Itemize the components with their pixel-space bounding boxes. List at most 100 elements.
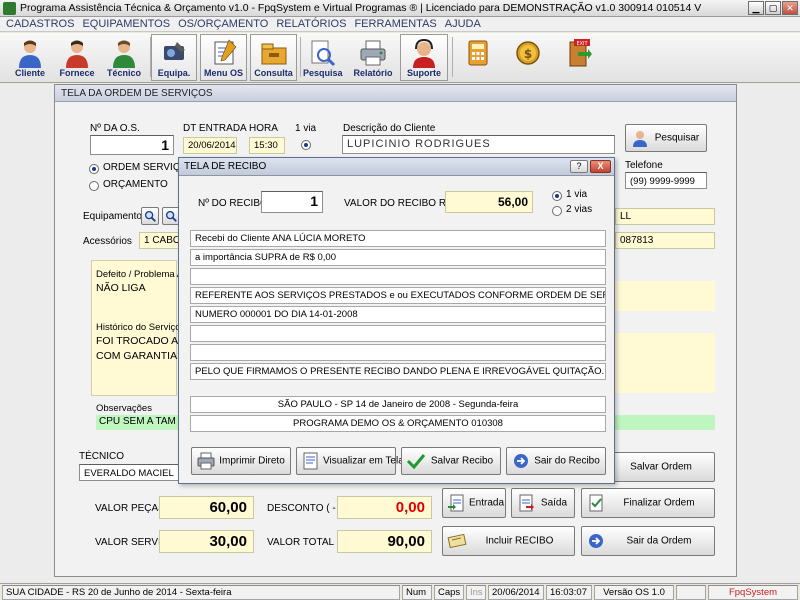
status-num: Num xyxy=(402,585,432,600)
num-os-field[interactable]: 1 xyxy=(90,135,174,155)
exit-sign-text: EXIT xyxy=(576,41,588,47)
historico-label: Histórico do Serviço E xyxy=(96,322,190,333)
imprimir-direto-button[interactable]: Imprimir Direto xyxy=(191,447,291,475)
menu-ajuda[interactable]: AJUDA xyxy=(443,17,487,31)
recibo-valor-field[interactable]: 56,00 xyxy=(445,191,533,213)
toolbar-exit-button[interactable]: EXIT xyxy=(556,34,602,81)
exit-door-icon: EXIT xyxy=(569,39,592,67)
valor-pecas-field[interactable]: 60,00 xyxy=(159,496,254,519)
sair-da-ordem-button[interactable]: Sair da Ordem xyxy=(581,526,715,556)
menu-relatorios[interactable]: RELATÓRIOS xyxy=(274,17,352,31)
recibo-line-7[interactable] xyxy=(190,344,606,361)
toolbar-calculator-button[interactable] xyxy=(455,34,501,81)
via-radio[interactable] xyxy=(301,140,311,150)
desc-cliente-field[interactable]: LUPICINIO RODRIGUES xyxy=(342,135,615,154)
recibo-line-6[interactable] xyxy=(190,325,606,342)
toolbar-tecnico-button[interactable]: Técnico xyxy=(102,34,146,81)
window-titlebar: Programa Assistência Técnica & Orçamento… xyxy=(0,0,800,17)
search-document-icon xyxy=(311,40,336,67)
menu-os-orcamento[interactable]: OS/ORÇAMENTO xyxy=(176,17,274,31)
equipamento-field-tail[interactable]: LL xyxy=(615,208,715,225)
recibo-line-2[interactable]: a importância SUPRA de R$ 0,00 xyxy=(190,249,606,266)
equip-search-button[interactable] xyxy=(141,207,159,225)
defeito-label: Defeito / Problema Ap xyxy=(96,269,189,280)
recibo-line-8[interactable]: PELO QUE FIRMAMOS O PRESENTE RECIBO DAND… xyxy=(190,363,606,380)
status-hora: 16:03:07 xyxy=(546,585,592,600)
recibo-num-label: Nº DO RECIBO xyxy=(198,198,268,209)
acessorios-field[interactable]: 1 CABO xyxy=(139,232,181,249)
close-button[interactable]: ✕ xyxy=(782,1,798,15)
sair-do-recibo-button[interactable]: Sair do Recibo xyxy=(506,447,606,475)
ordem-servico-radio[interactable] xyxy=(89,164,99,174)
toolbar-suporte-button[interactable]: Suporte xyxy=(400,34,448,81)
defeito-value[interactable]: NÃO LIGA xyxy=(96,282,146,294)
recibo-close-button[interactable]: X xyxy=(590,160,611,173)
hora-label: HORA xyxy=(249,123,278,134)
valor-total-field[interactable]: 90,00 xyxy=(337,530,432,553)
printer-icon xyxy=(197,452,215,470)
saida-button[interactable]: Saída xyxy=(511,488,575,518)
historico-field-tail[interactable] xyxy=(615,333,715,393)
equipment-icon xyxy=(164,42,185,60)
tecnico-select[interactable]: EVERALDO MACIEL xyxy=(79,464,179,481)
telefone-field[interactable]: (99) 9999-9999 xyxy=(625,172,707,189)
status-bar: SUA CIDADE - RS 20 de Junho de 2014 - Se… xyxy=(0,583,800,600)
recibo-1via-radio[interactable] xyxy=(552,191,562,201)
recibo-num-field[interactable]: 1 xyxy=(261,191,323,213)
desconto-field[interactable]: 0,00 xyxy=(337,496,432,519)
app-icon xyxy=(3,2,16,15)
toolbar-pesquisa-button[interactable]: Pesquisa xyxy=(302,34,343,81)
defeito-field-tail[interactable] xyxy=(615,281,715,311)
telefone-label: Telefone xyxy=(625,160,663,171)
acessorios-field-tail[interactable]: 087813 xyxy=(615,232,715,249)
toolbar-equipa-button[interactable]: Equipa. xyxy=(151,34,197,81)
dt-entrada-field[interactable]: 20/06/2014 xyxy=(183,137,237,154)
menu-ferramentas[interactable]: FERRAMENTAS xyxy=(352,17,442,31)
menu-cadastros[interactable]: CADASTROS xyxy=(4,17,80,31)
recibo-2vias-radio[interactable] xyxy=(552,206,562,216)
finalizar-ordem-button[interactable]: Finalizar Ordem xyxy=(581,488,715,518)
recibo-valor-label: VALOR DO RECIBO R$ xyxy=(344,198,452,209)
printer-icon xyxy=(360,40,386,66)
entrada-button[interactable]: Entrada xyxy=(442,488,506,518)
observacoes-field[interactable]: CPU SEM A TAM xyxy=(96,415,181,430)
historico-line-1[interactable]: FOI TROCADO A xyxy=(96,335,178,347)
recibo-local-data[interactable]: SÃO PAULO - SP 14 de Janeiro de 2008 - S… xyxy=(190,396,606,413)
recibo-line-4[interactable]: REFERENTE AOS SERVIÇOS PRESTADOS e ou EX… xyxy=(190,287,606,304)
recibo-programa[interactable]: PROGRAMA DEMO OS & ORÇAMENTO 010308 xyxy=(190,415,606,432)
incluir-recibo-button[interactable]: Incluir RECIBO xyxy=(442,526,575,556)
visualizar-em-tela-button[interactable]: Visualizar em Tela xyxy=(296,447,404,475)
toolbar-consulta-button[interactable]: Consulta xyxy=(250,34,297,81)
recibo-help-button[interactable]: ? xyxy=(570,160,588,173)
minimize-button[interactable]: ▁ xyxy=(748,1,764,15)
toolbar-cliente-button[interactable]: Cliente xyxy=(8,34,52,81)
recibo-line-3[interactable] xyxy=(190,268,606,285)
historico-line-2[interactable]: COM GARANTIA xyxy=(96,350,177,362)
recibo-2vias-label: 2 vias xyxy=(566,204,593,215)
person-green-icon xyxy=(113,40,135,68)
observacoes-label: Observações xyxy=(96,403,152,414)
observacoes-field-tail[interactable] xyxy=(615,415,715,430)
via-label: 1 via xyxy=(295,123,317,134)
document-preview-icon xyxy=(303,452,318,470)
orcamento-radio[interactable] xyxy=(89,181,99,191)
hora-field[interactable]: 15:30 xyxy=(249,137,285,154)
toolbar-finance-button[interactable]: $ xyxy=(505,34,551,81)
coin-icon: $ xyxy=(516,41,540,65)
toolbar-relatorio-button[interactable]: Relatório xyxy=(350,34,396,81)
recibo-line-5[interactable]: NUMERO 000001 DO DIA 14-01-2008 xyxy=(190,306,606,323)
status-empty xyxy=(676,585,706,600)
maximize-button[interactable]: ▢ xyxy=(765,1,781,15)
num-os-label: Nº DA O.S. xyxy=(90,123,140,134)
pesquisar-button[interactable]: Pesquisar xyxy=(625,124,707,152)
valor-servicos-field[interactable]: 30,00 xyxy=(159,530,254,553)
notepad-icon xyxy=(214,39,236,65)
menu-equipamentos[interactable]: EQUIPAMENTOS xyxy=(80,17,176,31)
recibo-line-1[interactable]: Recebi do Cliente ANA LÚCIA MORETO xyxy=(190,230,606,247)
svg-text:$: $ xyxy=(524,47,532,61)
salvar-recibo-button[interactable]: Salvar Recibo xyxy=(401,447,501,475)
recibo-dialog: TELA DE RECIBO ? X Nº DO RECIBO 1 VALOR … xyxy=(178,157,615,484)
document-check-icon xyxy=(589,494,603,512)
toolbar-menu-os-button[interactable]: Menu OS xyxy=(200,34,247,81)
toolbar-fornece-button[interactable]: Fornece xyxy=(55,34,99,81)
